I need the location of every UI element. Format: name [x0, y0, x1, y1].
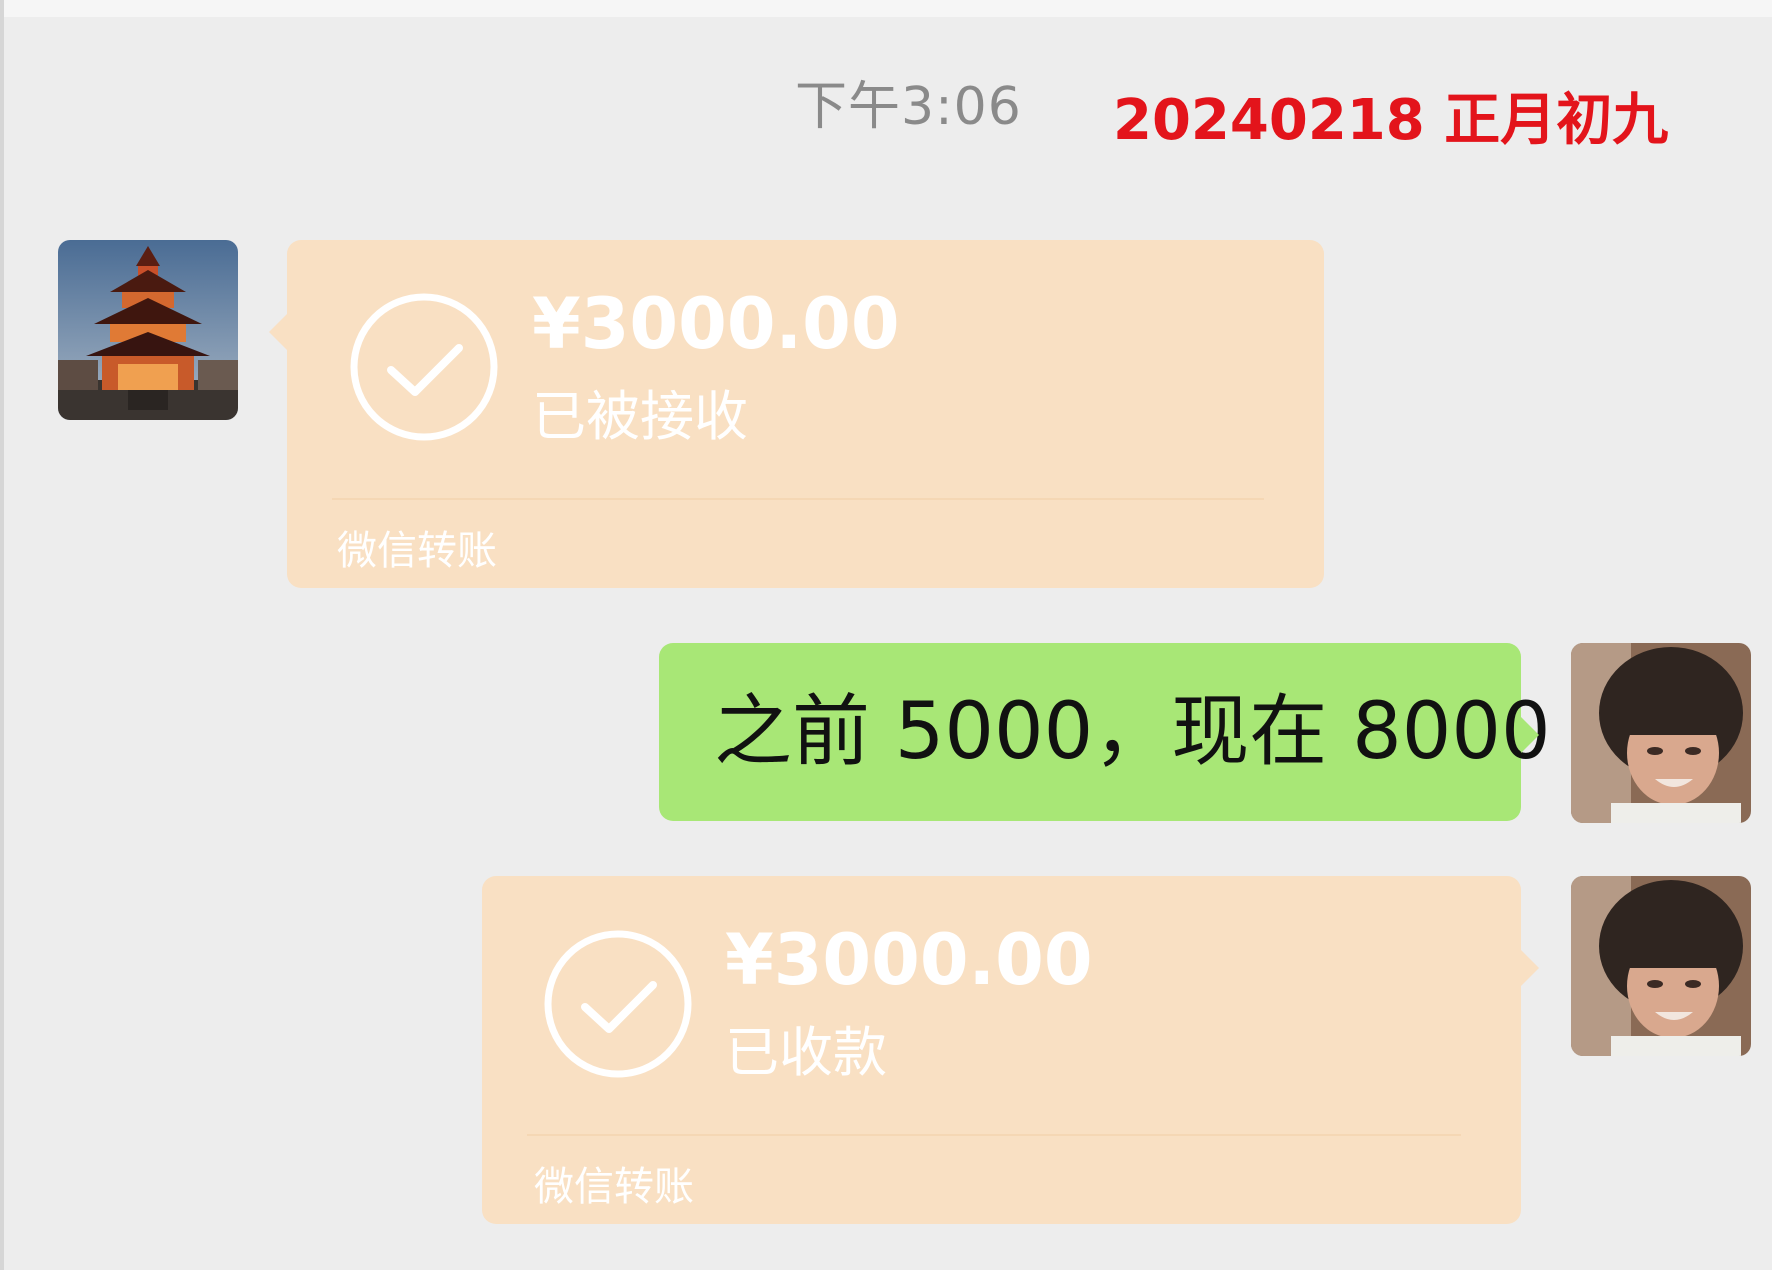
message-text: 之前 5000，现在 8000	[714, 687, 1551, 777]
transfer-amount: ¥3000.00	[725, 919, 1093, 1001]
user-avatar[interactable]	[1571, 876, 1751, 1056]
top-strip	[0, 0, 1772, 17]
text-message-bubble[interactable]: 之前 5000，现在 8000	[659, 643, 1551, 821]
girl-portrait-avatar-icon	[1571, 643, 1751, 823]
transfer-status: 已收款	[725, 1021, 887, 1084]
user-avatar[interactable]	[1571, 643, 1751, 823]
transfer-label: 微信转账	[337, 528, 497, 574]
check-circle-icon	[350, 293, 498, 441]
pagoda-avatar-icon	[58, 240, 238, 420]
transfer-bubble[interactable]: ¥3000.00 已被接收 微信转账	[269, 240, 1324, 588]
divider	[527, 1134, 1461, 1136]
divider	[332, 498, 1264, 500]
transfer-amount: ¥3000.00	[532, 283, 900, 365]
transfer-status: 已被接收	[532, 385, 748, 448]
message-timestamp: 下午3:06	[795, 77, 1022, 137]
contact-avatar[interactable]	[58, 240, 238, 420]
girl-portrait-avatar-icon	[1571, 876, 1751, 1056]
window-edge	[0, 0, 4, 1270]
transfer-bubble[interactable]: ¥3000.00 已收款 微信转账	[482, 876, 1539, 1224]
check-circle-icon	[544, 930, 692, 1078]
date-annotation: 20240218 正月初九	[1113, 88, 1669, 153]
transfer-label: 微信转账	[534, 1164, 694, 1210]
